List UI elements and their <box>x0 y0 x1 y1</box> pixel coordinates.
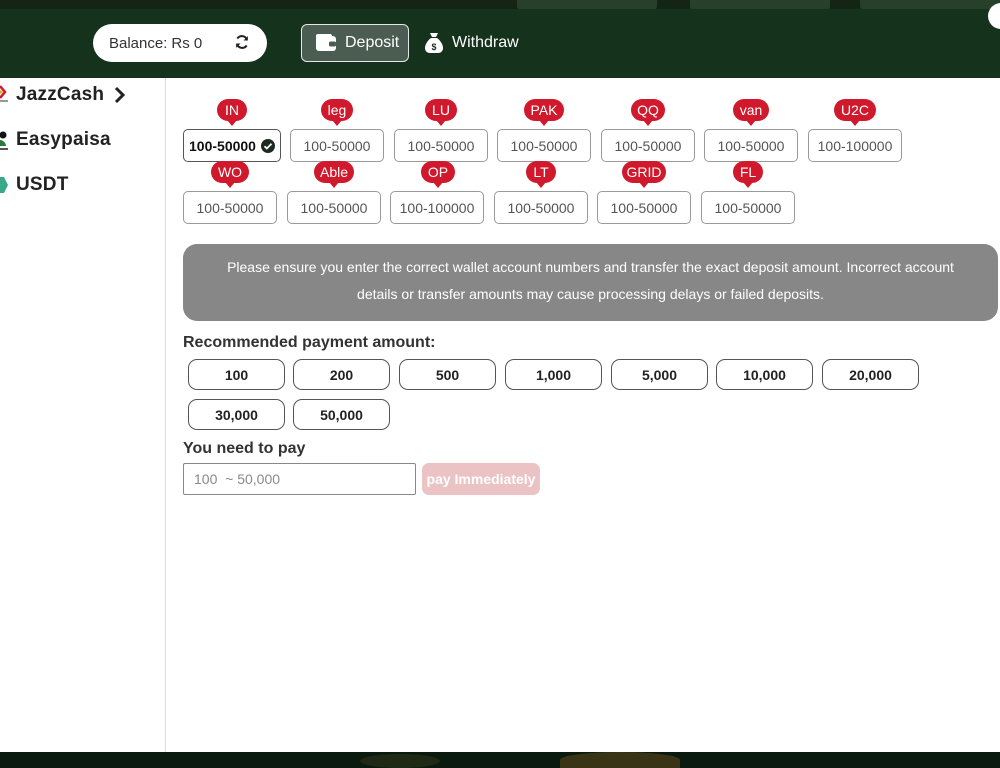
pay-amount-label: You need to pay <box>183 440 306 457</box>
sidebar-item-label: USDT <box>16 174 69 195</box>
channel-option[interactable]: 100-50000 <box>597 191 691 224</box>
channel-option[interactable]: 100-50000 <box>394 129 488 162</box>
amount-option[interactable]: 5,000 <box>611 359 708 390</box>
channel-option[interactable]: 100-100000 <box>808 129 902 162</box>
channel-tag: GRID <box>622 161 666 188</box>
channel-tag: van <box>733 99 769 126</box>
background-bottom <box>0 752 1000 768</box>
amount-option[interactable]: 200 <box>293 359 390 390</box>
wallet-icon <box>316 34 336 51</box>
channel-range: 100-50000 <box>303 137 371 154</box>
channel-tag: QQ <box>631 99 665 126</box>
amount-option[interactable]: 20,000 <box>822 359 919 390</box>
channel-option[interactable]: 100-50000 <box>183 191 277 224</box>
channel-option[interactable]: 100-50000 <box>704 129 798 162</box>
background-decoration <box>360 754 440 768</box>
amount-option[interactable]: 50,000 <box>293 399 390 430</box>
channel-tag: LT <box>526 161 556 188</box>
channel-range: 100-50000 <box>189 137 256 154</box>
channel-option[interactable]: 100-50000 <box>701 191 795 224</box>
amount-option[interactable]: 30,000 <box>188 399 285 430</box>
channel-option[interactable]: 100-50000 <box>494 191 588 224</box>
channel-tag: leg <box>321 99 353 126</box>
amount-option[interactable]: 1,000 <box>505 359 602 390</box>
channel-option[interactable]: 100-50000 <box>287 191 381 224</box>
sidebar-item-usdt[interactable]: USDT <box>0 169 69 201</box>
channel-range: 100-50000 <box>614 137 682 154</box>
chevron-right-icon <box>115 86 126 104</box>
pay-immediately-button[interactable]: pay Immediately <box>422 463 540 495</box>
channel-tag: OP <box>421 161 455 188</box>
background-decoration <box>560 752 680 768</box>
tab-withdraw[interactable]: $ Withdraw <box>422 24 532 62</box>
channel-range: 100-50000 <box>196 199 264 216</box>
jazzcash-logo-icon <box>0 85 8 102</box>
channel-option[interactable]: 100-50000 <box>290 129 384 162</box>
channel-tag: FL <box>733 161 763 188</box>
deposit-panel: JazzCash Easypaisa USDT IN 100-50000 leg… <box>0 78 1000 752</box>
channel-range: 100-50000 <box>407 137 475 154</box>
tab-deposit-label: Deposit <box>345 34 400 51</box>
check-circle-icon <box>260 138 275 153</box>
sidebar-item-label: JazzCash <box>16 84 105 105</box>
usdt-logo-icon <box>0 177 8 193</box>
channel-tag: PAK <box>524 99 564 126</box>
sidebar-item-label: Easypaisa <box>16 129 111 150</box>
tab-withdraw-label: Withdraw <box>452 34 519 51</box>
deposit-header: Balance: Rs 0 Deposit $ Withdraw <box>0 3 1000 78</box>
channel-range: 100-50000 <box>300 199 368 216</box>
channel-option[interactable]: 100-50000 <box>183 129 281 162</box>
refresh-icon[interactable] <box>233 33 251 51</box>
channel-tag: IN <box>217 99 247 126</box>
channel-tag: WO <box>211 161 249 188</box>
balance-label: Balance: <box>109 34 168 52</box>
balance-value: Rs 0 <box>171 34 203 52</box>
amount-option[interactable]: 100 <box>188 359 285 390</box>
channel-range: 100-50000 <box>717 137 785 154</box>
channel-range: 100-50000 <box>510 137 578 154</box>
svg-text:$: $ <box>431 42 436 52</box>
money-bag-icon: $ <box>425 33 443 53</box>
sidebar-item-easypaisa[interactable]: Easypaisa <box>0 124 111 156</box>
pay-amount-input[interactable] <box>183 463 416 495</box>
channel-range: 100-100000 <box>399 199 475 216</box>
channel-tag: U2C <box>834 99 876 126</box>
deposit-notice: Please ensure you enter the correct wall… <box>183 244 998 321</box>
channel-option[interactable]: 100-50000 <box>497 129 591 162</box>
channel-range: 100-50000 <box>610 199 678 216</box>
channel-range: 100-50000 <box>714 199 782 216</box>
channel-tag: Able <box>314 161 354 188</box>
sidebar-item-jazzcash[interactable]: JazzCash <box>0 79 126 111</box>
easypaisa-logo-icon <box>0 131 8 150</box>
payment-method-sidebar: JazzCash Easypaisa USDT <box>0 78 166 752</box>
channel-range: 100-50000 <box>507 199 575 216</box>
channel-option[interactable]: 100-50000 <box>601 129 695 162</box>
channel-option[interactable]: 100-100000 <box>390 191 484 224</box>
channel-tag: LU <box>425 99 457 126</box>
amount-option[interactable]: 500 <box>399 359 496 390</box>
channel-range: 100-100000 <box>817 137 893 154</box>
amount-option[interactable]: 10,000 <box>716 359 813 390</box>
tab-deposit[interactable]: Deposit <box>301 24 409 62</box>
balance-pill: Balance: Rs 0 <box>93 24 267 62</box>
recommended-amount-label: Recommended payment amount: <box>183 334 436 351</box>
